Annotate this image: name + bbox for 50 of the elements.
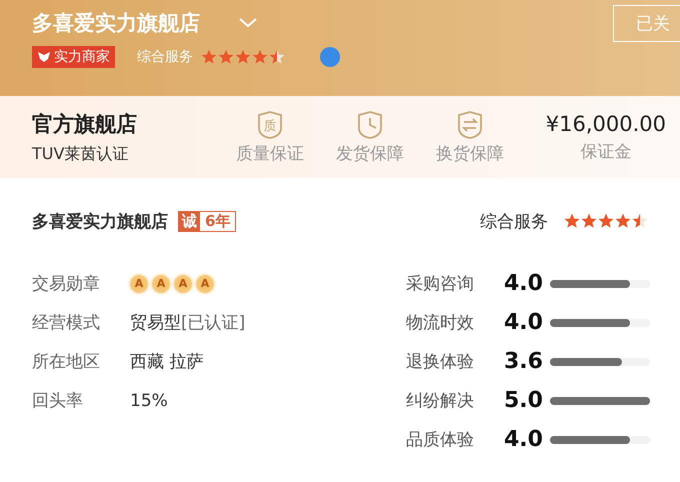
merchant-badge: 实力商家: [32, 46, 115, 68]
info-label: 回头率: [32, 390, 84, 412]
medal-icon: A: [196, 274, 214, 292]
rating-label: 品质体验: [406, 429, 475, 451]
swap-shield-icon: [455, 110, 485, 140]
star-icon: [252, 49, 268, 65]
info-value: 15%: [130, 390, 168, 410]
rating-label: 退换体验: [406, 351, 475, 373]
rating-score: 4.0: [504, 310, 544, 335]
info-label: 交易勋章: [32, 273, 101, 295]
star-icon: [581, 213, 597, 229]
rating-score: 3.6: [504, 349, 544, 374]
info-value: 贸易型[已认证]: [130, 312, 246, 334]
medal-icon: A: [174, 274, 192, 292]
deposit-amount: ¥16,000.00: [546, 112, 666, 136]
service-label: 综合服务: [480, 210, 548, 232]
guarantee-label: 质量保证: [236, 142, 304, 164]
years-tag: 诚 6年: [178, 210, 236, 232]
star-icon: [615, 213, 631, 229]
info-label: 经营模式: [32, 312, 101, 334]
shop-name: 多喜爱实力旗舰店: [32, 210, 168, 232]
star-icon: [201, 49, 217, 65]
star-icon: [632, 213, 648, 229]
rating-score: 5.0: [504, 388, 544, 413]
certification-label: TUV莱茵认证: [32, 144, 130, 164]
medal-icon: A: [152, 274, 170, 292]
service-label: 综合服务: [137, 48, 193, 66]
rating-score: 4.0: [504, 427, 544, 452]
rating-score: 4.0: [504, 271, 544, 296]
chevron-down-icon[interactable]: [238, 17, 258, 29]
star-icon: [235, 49, 251, 65]
star-icon: [564, 213, 580, 229]
store-type-title: 官方旗舰店: [32, 110, 138, 138]
info-value: 西藏 拉萨: [130, 351, 204, 373]
star-icon: [218, 49, 234, 65]
status-dot-icon: [319, 46, 341, 68]
rating-label: 物流时效: [406, 312, 475, 334]
follow-button[interactable]: 已关: [613, 4, 680, 42]
shield-icon: 质: [255, 110, 285, 140]
info-label: 所在地区: [32, 351, 101, 373]
deposit-label: 保证金: [580, 140, 632, 162]
clock-shield-icon: [355, 110, 385, 140]
rating-label: 采购咨询: [406, 273, 475, 295]
guarantee-label: 换货保障: [436, 142, 504, 164]
star-icon: [598, 213, 614, 229]
rating-label: 纠纷解决: [406, 390, 475, 412]
shop-name: 多喜爱实力旗舰店: [32, 10, 200, 37]
guarantee-label: 发货保障: [336, 142, 404, 164]
medal-icon: A: [130, 274, 148, 292]
star-icon: [269, 49, 285, 65]
